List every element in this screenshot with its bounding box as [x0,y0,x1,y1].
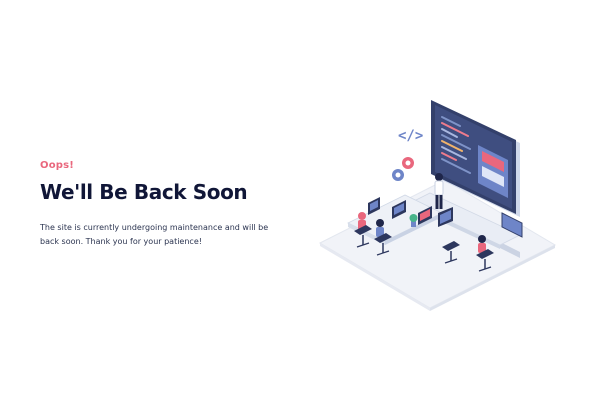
code-brackets-icon: </> [398,128,423,144]
illustration-svg: </> [318,100,557,311]
person-icon [376,219,384,237]
page-title: We'll Be Back Soon [40,180,248,204]
gear-icon [392,169,404,181]
eyebrow-label: Oops! [40,160,75,171]
gear-icon [402,157,414,169]
person-icon [478,235,486,253]
maintenance-description: The site is currently undergoing mainten… [40,223,269,246]
office-maintenance-illustration: </> [310,95,570,325]
maintenance-message: Oops! We'll Be Back Soon The site is cur… [40,160,290,248]
svg-text:</>: </> [398,128,423,144]
